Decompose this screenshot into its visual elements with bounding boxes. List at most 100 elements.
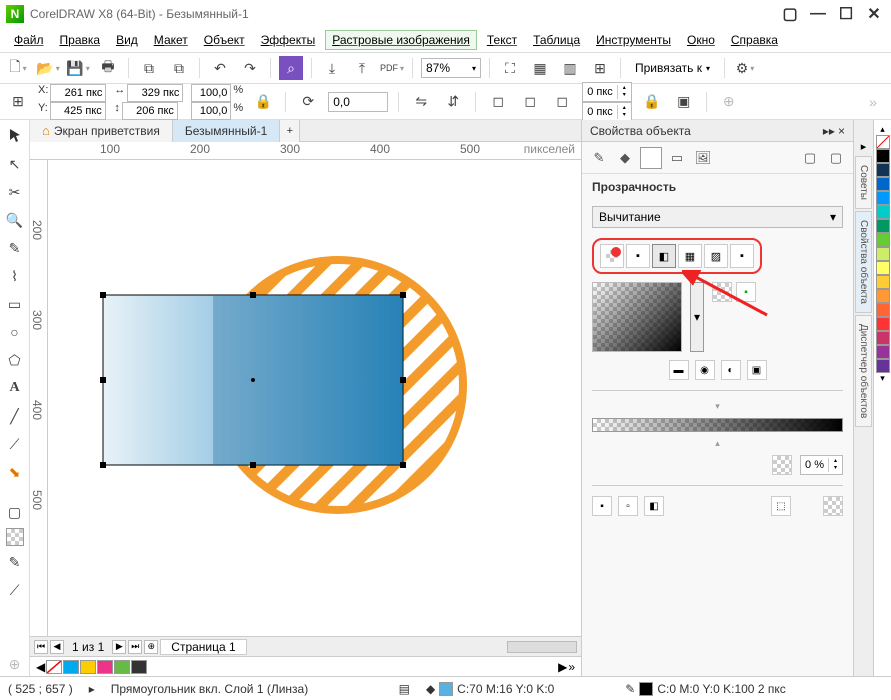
menu-text[interactable]: Текст — [481, 31, 523, 49]
add-button[interactable]: ⊕ — [717, 90, 741, 114]
color-swatch[interactable] — [876, 247, 890, 261]
outline-width-2[interactable]: 0 пкс▴▾ — [582, 102, 632, 122]
dimension-tool[interactable]: ⟋ — [3, 432, 27, 456]
object-origin-icon[interactable]: ⊞ — [6, 90, 30, 114]
width-input[interactable] — [127, 84, 183, 102]
mode-a-icon[interactable]: ▢ — [799, 147, 821, 169]
crop-tool[interactable]: ✂ — [3, 180, 27, 204]
maximize-button[interactable]: ☐ — [835, 4, 857, 24]
export-button[interactable]: ⤒ — [350, 56, 374, 80]
import-button[interactable]: ⤓ — [320, 56, 344, 80]
gradient-slider[interactable] — [592, 418, 843, 432]
color-swatch[interactable] — [876, 163, 890, 177]
bitmap-transparency-button[interactable]: ▪ — [730, 244, 754, 268]
palette-swatch[interactable] — [80, 660, 96, 674]
zoom-field[interactable]: 87%▾ — [421, 58, 481, 78]
ruler-vertical[interactable]: 200 300 400 500 — [30, 160, 48, 636]
artistic-tool[interactable]: ⌇ — [3, 264, 27, 288]
node-transparency-input[interactable]: 0 %▴▾ — [800, 455, 843, 475]
color-swatch[interactable] — [876, 149, 890, 163]
apply-both-icon[interactable]: ◧ — [644, 496, 664, 516]
menu-bitmaps[interactable]: Растровые изображения — [325, 30, 477, 50]
guide-button[interactable]: ▥ — [558, 56, 582, 80]
freehand-tool[interactable]: ✎ — [3, 236, 27, 260]
no-transparency-button[interactable] — [600, 244, 624, 268]
color-swatch[interactable] — [876, 331, 890, 345]
tab-welcome[interactable]: ⌂Экран приветствия — [30, 120, 173, 142]
align-button[interactable]: ⊞ — [588, 56, 612, 80]
copy-button[interactable]: ⧉ — [137, 56, 161, 80]
page-prev[interactable]: ◀ — [50, 640, 64, 654]
start-node-icon[interactable] — [712, 282, 732, 302]
redo-button[interactable]: ↷ — [238, 56, 262, 80]
no-color-swatch[interactable] — [876, 135, 890, 149]
fullscreen-button[interactable]: ⛶ — [498, 56, 522, 80]
transparency-tool[interactable] — [6, 528, 24, 546]
eyedropper-tool[interactable]: ✎ — [3, 550, 27, 574]
side-tab-object-manager[interactable]: Диспетчер объектов — [855, 315, 872, 427]
palette-swatch[interactable] — [114, 660, 130, 674]
page-tab-1[interactable]: Страница 1 — [160, 639, 246, 655]
color-swatch[interactable] — [876, 317, 890, 331]
outline-tab-icon[interactable]: ✎ — [588, 147, 610, 169]
scale-y-input[interactable] — [191, 102, 231, 120]
canvas[interactable] — [48, 160, 581, 636]
color-swatch[interactable] — [876, 359, 890, 373]
freeze-icon[interactable]: ⬚ — [771, 496, 791, 516]
tab-document[interactable]: Безымянный-1 — [173, 120, 280, 142]
menu-layout[interactable]: Макет — [148, 31, 194, 49]
palette-swatch[interactable] — [97, 660, 113, 674]
color-swatch[interactable] — [876, 219, 890, 233]
apply-outline-icon[interactable]: ▫ — [618, 496, 638, 516]
rotation-input[interactable] — [328, 92, 388, 112]
ellipse-tool[interactable]: ○ — [3, 320, 27, 344]
fountain-transparency-button[interactable]: ◧ — [652, 244, 676, 268]
color-swatch[interactable] — [876, 261, 890, 275]
settings-button[interactable]: ⚙ — [733, 56, 757, 80]
mirror-v-button[interactable]: ⇵ — [441, 90, 465, 114]
palette-prev[interactable]: ◀ — [36, 660, 45, 674]
line-tool[interactable]: ╱ — [3, 404, 27, 428]
h-scrollbar[interactable] — [507, 641, 577, 653]
grid-button[interactable]: ▦ — [528, 56, 552, 80]
zoom-tool[interactable]: 🔍 — [3, 208, 27, 232]
color-swatch[interactable] — [876, 345, 890, 359]
color-swatch[interactable] — [876, 289, 890, 303]
side-tab-properties[interactable]: Свойства объекта — [855, 211, 872, 313]
y-input[interactable] — [50, 102, 106, 120]
quick-custom-button[interactable]: ⊕ — [3, 652, 27, 676]
outline-indicator[interactable]: ✎C:0 M:0 Y:0 K:100 2 пкс — [625, 682, 785, 696]
copy-transparency-icon[interactable] — [823, 496, 843, 516]
gradient-preview[interactable] — [592, 282, 682, 352]
close-button[interactable]: ✕ — [863, 4, 885, 24]
menu-object[interactable]: Объект — [198, 31, 251, 49]
side-tab-hints[interactable]: Советы — [855, 156, 872, 209]
print-button[interactable]: 🖶 — [96, 56, 120, 80]
apply-fill-icon[interactable]: ▪ — [592, 496, 612, 516]
page-add[interactable]: ⊕ — [144, 640, 158, 654]
fill-indicator[interactable]: ◆C:70 M:16 Y:0 K:0 — [426, 682, 554, 696]
fill-tab-icon[interactable]: ◆ — [614, 147, 636, 169]
merge-mode-dropdown[interactable]: Вычитание▾ — [592, 206, 843, 228]
rectangle-tool[interactable]: ▭ — [3, 292, 27, 316]
gradient-picker-dropdown[interactable]: ▾ — [690, 282, 704, 352]
colorbar-down[interactable]: ▾ — [880, 373, 885, 384]
palette-swatch[interactable] — [131, 660, 147, 674]
lock-corners-icon[interactable]: 🔒 — [640, 90, 664, 114]
colorbar-up[interactable]: ▴ — [880, 124, 885, 135]
text-tool[interactable]: A — [3, 376, 27, 400]
color-proof-icon[interactable]: ▤ — [399, 682, 410, 696]
menu-window[interactable]: Окно — [681, 31, 721, 49]
frame-tab-icon[interactable]: ▭ — [666, 147, 688, 169]
palette-next[interactable]: ▶ — [558, 660, 567, 674]
two-color-transparency-button[interactable]: ▨ — [704, 244, 728, 268]
radial-gradient-icon[interactable]: ◉ — [695, 360, 715, 380]
shadow-tool[interactable]: ▢ — [3, 500, 27, 524]
square-gradient-icon[interactable]: ▣ — [747, 360, 767, 380]
more-button[interactable]: » — [861, 90, 885, 114]
corner-1-button[interactable]: ◻ — [486, 90, 510, 114]
outline-width-1[interactable]: 0 пкс▴▾ — [582, 82, 632, 102]
snap-dropdown[interactable]: Привязать к▾ — [629, 61, 716, 75]
tab-add[interactable]: + — [280, 120, 300, 142]
minimize-button[interactable]: — — [807, 4, 829, 24]
